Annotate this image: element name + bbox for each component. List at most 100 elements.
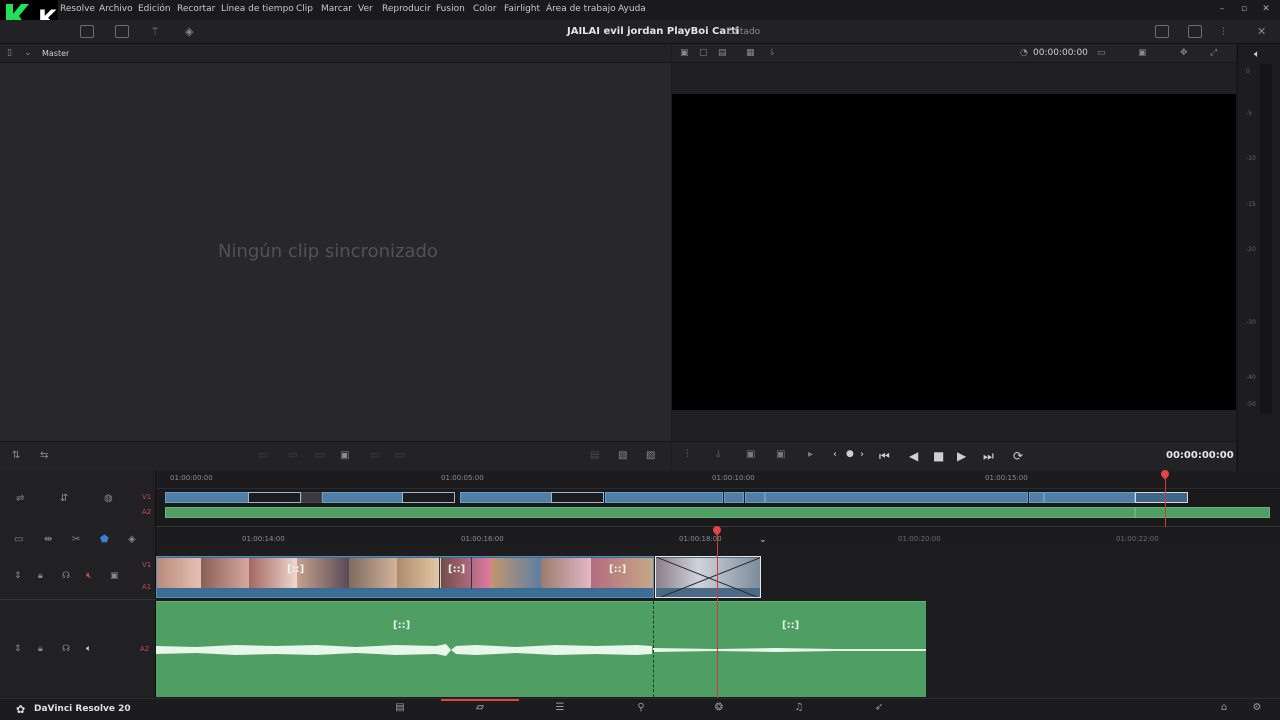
- overview-video-clip[interactable]: [1029, 492, 1044, 503]
- track-height-icon[interactable]: ⇕: [14, 571, 22, 581]
- home-icon[interactable]: ⌂: [1215, 702, 1233, 717]
- menu-linea-de-tiempo[interactable]: Línea de tiempo: [221, 4, 294, 14]
- zoom-icon[interactable]: ⇌: [16, 493, 24, 504]
- overview-video-clip[interactable]: [460, 492, 552, 503]
- overview-video-clip[interactable]: [301, 492, 322, 503]
- mark-icon[interactable]: ⫰: [716, 449, 720, 460]
- upper-timeline-ruler[interactable]: 01:00:00:00 01:00:05:00 01:00:10:00 01:0…: [156, 471, 1280, 489]
- overview-audio-clip[interactable]: [1135, 507, 1270, 518]
- menu-archivo[interactable]: Archivo: [99, 4, 133, 14]
- menu-area-de-trabajo[interactable]: Área de trabajo: [546, 4, 616, 14]
- overview-video-clip[interactable]: [165, 492, 249, 503]
- overview-video-clip[interactable]: [248, 492, 301, 503]
- dual-view-icon[interactable]: ▣: [776, 449, 785, 460]
- marker-icon[interactable]: ⬟: [100, 534, 109, 545]
- maximize-icon[interactable]: ▫: [1238, 3, 1250, 15]
- insert-icon[interactable]: ▭: [258, 450, 267, 461]
- index-icon[interactable]: ◈: [185, 25, 193, 38]
- overwrite-icon[interactable]: ▭: [288, 450, 297, 461]
- overview-video-clip[interactable]: [605, 492, 723, 503]
- sync-bin-icon[interactable]: [115, 25, 129, 38]
- play-icon[interactable]: ▶: [957, 449, 966, 463]
- smooth-cut-icon[interactable]: ▤: [590, 450, 599, 461]
- minimize-icon[interactable]: –: [1216, 3, 1228, 15]
- image-icon[interactable]: ▣: [680, 48, 689, 58]
- menu-recortar[interactable]: Recortar: [177, 4, 215, 14]
- grid-icon[interactable]: ▤: [718, 48, 727, 58]
- prev-frame-icon[interactable]: ‹: [833, 449, 837, 460]
- fairlight-page-icon[interactable]: ♫: [790, 702, 808, 717]
- razor-icon[interactable]: ✂: [72, 534, 80, 545]
- play-around-icon[interactable]: ▸: [808, 449, 813, 460]
- overview-video-clip[interactable]: [402, 492, 455, 503]
- next-frame-icon[interactable]: ›: [860, 449, 864, 460]
- split-icon[interactable]: ⇵: [60, 493, 68, 504]
- menu-reproducir[interactable]: Reproducir: [382, 4, 431, 14]
- upper-playhead[interactable]: [1165, 474, 1166, 527]
- jog-dot-icon[interactable]: ●: [846, 449, 854, 459]
- reverse-play-icon[interactable]: ◀: [909, 449, 918, 463]
- close-icon[interactable]: ✕: [1260, 3, 1272, 15]
- camera-icon[interactable]: ▢: [699, 48, 708, 58]
- video-toggle-icon[interactable]: ▣: [110, 571, 119, 581]
- place-on-top-icon[interactable]: ▣: [340, 450, 349, 461]
- view-options-icon[interactable]: ▭: [1097, 48, 1106, 58]
- menu-ver[interactable]: Ver: [358, 4, 373, 14]
- deliver-page-icon[interactable]: ➶: [870, 702, 888, 717]
- media-pool-icon[interactable]: [80, 25, 94, 38]
- gear-icon[interactable]: ⚙: [1248, 702, 1266, 717]
- snapping-icon[interactable]: ◈: [128, 534, 136, 545]
- video-clip-selected[interactable]: [655, 556, 761, 598]
- speaker-icon[interactable]: 🔈︎: [1254, 49, 1260, 60]
- overview-video-clip[interactable]: [745, 492, 765, 503]
- menu-fusion[interactable]: Fusion: [436, 4, 465, 14]
- ripple-icon[interactable]: ▭: [395, 450, 404, 461]
- cut-icon[interactable]: ▨: [646, 450, 655, 461]
- effects-icon[interactable]: ⚚: [150, 25, 160, 38]
- overview-audio-clip[interactable]: [165, 507, 1135, 518]
- video-clip-linked[interactable]: [::] [::] [::]: [156, 556, 654, 598]
- mic-icon[interactable]: ⫰: [770, 48, 774, 58]
- overview-video-clip[interactable]: [765, 492, 1028, 503]
- track-height-icon[interactable]: ⇕: [14, 644, 22, 654]
- audio-edit-point[interactable]: [653, 601, 654, 697]
- lock-icon[interactable]: 🔒︎: [38, 571, 43, 581]
- program-video-frame[interactable]: [672, 94, 1236, 410]
- overview-video-clip[interactable]: [1135, 492, 1188, 503]
- overview-video-clip[interactable]: [1044, 492, 1135, 503]
- menu-edicion[interactable]: Edición: [138, 4, 171, 14]
- fit-icon[interactable]: ⤢: [1210, 48, 1217, 58]
- panel-toggle-icon[interactable]: ▯: [7, 48, 12, 58]
- headphones-icon[interactable]: ☊: [62, 644, 70, 654]
- chevron-down-icon[interactable]: ⌄: [24, 48, 32, 58]
- snapshot-icon[interactable]: ▣: [746, 449, 755, 460]
- fusion-page-icon[interactable]: ⚲: [632, 702, 650, 717]
- fullscreen-icon[interactable]: [1188, 25, 1202, 38]
- edit-page-icon[interactable]: ☰: [551, 702, 569, 717]
- lock-icon[interactable]: 🔒︎: [38, 644, 43, 654]
- menu-clip[interactable]: Clip: [296, 4, 313, 14]
- stop-icon[interactable]: ■: [933, 449, 944, 463]
- menu-marcar[interactable]: Marcar: [321, 4, 352, 14]
- link-icon[interactable]: ⇆: [40, 450, 48, 461]
- overview-video-clip[interactable]: [551, 492, 604, 503]
- skip-end-icon[interactable]: ⏭: [983, 449, 994, 464]
- overview-video-clip[interactable]: [724, 492, 744, 503]
- menu-color[interactable]: Color: [473, 4, 497, 14]
- mute-icon[interactable]: 🔇︎: [86, 571, 92, 581]
- sync-icon[interactable]: ⇅: [12, 450, 20, 461]
- lower-playhead[interactable]: [717, 530, 718, 698]
- audio-toggle-icon[interactable]: ◍: [104, 493, 113, 504]
- multi-view-icon[interactable]: ▦: [746, 48, 755, 58]
- headphones-icon[interactable]: ☊: [62, 571, 70, 581]
- metadata-icon[interactable]: ✕: [1257, 25, 1266, 38]
- replace-icon[interactable]: ▭: [315, 450, 324, 461]
- cut-page-icon[interactable]: ▱: [471, 702, 489, 717]
- menu-resolve[interactable]: Resolve: [60, 4, 95, 14]
- layout-icon[interactable]: ▣: [1138, 48, 1147, 58]
- overview-video-clip[interactable]: [322, 492, 403, 503]
- trim-icon[interactable]: ⫶: [686, 449, 689, 460]
- trim-mode-icon[interactable]: ⇹: [44, 534, 52, 545]
- export-icon[interactable]: [1155, 25, 1169, 38]
- speaker-icon[interactable]: 🔈︎: [86, 644, 91, 654]
